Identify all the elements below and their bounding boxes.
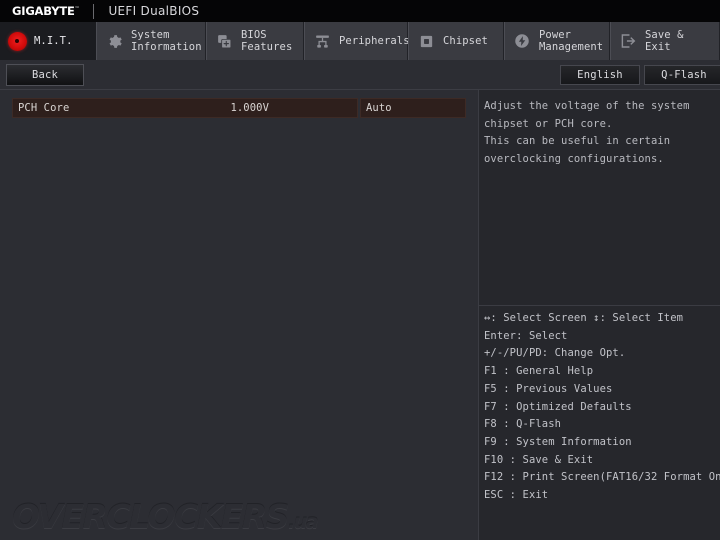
legend-line: F9 : System Information <box>484 434 716 452</box>
chip-stack-icon <box>213 30 235 52</box>
title-bar: GIGABYTE™ UEFI DualBIOS <box>0 0 720 22</box>
help-line: overclocking configurations. <box>484 151 714 169</box>
bios-screen: GIGABYTE™ UEFI DualBIOS M.I.T. System In… <box>0 0 720 540</box>
sub-toolbar: Back English Q-Flash <box>0 60 720 90</box>
legend-line: F1 : General Help <box>484 363 716 381</box>
tab-power-management[interactable]: Power Management <box>504 22 610 60</box>
peripherals-icon <box>311 30 333 52</box>
setting-option-value: Auto <box>366 102 392 114</box>
tab-mit[interactable]: M.I.T. <box>0 22 96 60</box>
legend-line: Enter: Select <box>484 328 716 346</box>
trademark-symbol: ™ <box>75 6 80 12</box>
main-tab-bar: M.I.T. System Information BIOS Features … <box>0 22 720 60</box>
legend-line: F10 : Save & Exit <box>484 452 716 470</box>
legend-line: +/-/PU/PD: Change Opt. <box>484 345 716 363</box>
help-line: chipset or PCH core. <box>484 116 714 134</box>
brand-text: GIGABYTE <box>12 4 75 18</box>
legend-line: ESC : Exit <box>484 487 716 505</box>
tab-bios-features-label: BIOS Features <box>241 29 292 54</box>
setting-label: PCH Core <box>18 102 69 114</box>
tab-peripherals-label: Peripherals <box>339 35 410 48</box>
settings-panel <box>0 90 478 540</box>
language-button[interactable]: English <box>560 65 640 85</box>
title-divider <box>93 4 94 19</box>
help-separator <box>479 305 720 306</box>
watermark-main: OVERCLOCKERS <box>12 497 288 536</box>
chipset-icon <box>415 30 437 52</box>
qflash-button[interactable]: Q-Flash <box>644 65 720 85</box>
tab-save-and-exit-label: Save & Exit <box>645 29 713 54</box>
tab-power-management-label: Power Management <box>539 29 603 54</box>
setting-current-value: 1.000V <box>230 102 269 114</box>
tab-system-information-label: System Information <box>131 29 202 54</box>
legend-line: F5 : Previous Values <box>484 381 716 399</box>
product-title: UEFI DualBIOS <box>108 4 199 18</box>
tab-system-information[interactable]: System Information <box>96 22 206 60</box>
legend-line: F12 : Print Screen(FAT16/32 Format Only) <box>484 469 716 487</box>
tab-peripherals[interactable]: Peripherals <box>304 22 408 60</box>
back-button[interactable]: Back <box>6 64 84 86</box>
legend-line: F7 : Optimized Defaults <box>484 399 716 417</box>
site-watermark: OVERCLOCKERS.ua <box>12 497 317 536</box>
legend-line: F8 : Q-Flash <box>484 416 716 434</box>
setting-option-dropdown[interactable]: Auto <box>360 98 466 118</box>
exit-door-icon <box>617 30 639 52</box>
help-line: This can be useful in certain <box>484 133 714 151</box>
power-bolt-icon <box>511 30 533 52</box>
watermark-suffix: .ua <box>288 511 317 533</box>
gigabyte-logo: GIGABYTE™ <box>12 4 79 18</box>
tab-chipset-label: Chipset <box>443 35 488 48</box>
gear-icon <box>103 30 125 52</box>
setting-row-pch-core[interactable]: PCH Core 1.000V <box>12 98 358 118</box>
mit-dial-icon <box>6 30 28 52</box>
tab-save-and-exit[interactable]: Save & Exit <box>610 22 720 60</box>
tab-bios-features[interactable]: BIOS Features <box>206 22 304 60</box>
tab-chipset[interactable]: Chipset <box>408 22 504 60</box>
tab-mit-label: M.I.T. <box>34 35 73 48</box>
legend-line: ↔: Select Screen ↕: Select Item <box>484 310 716 328</box>
help-description: Adjust the voltage of the system chipset… <box>484 98 714 168</box>
help-line: Adjust the voltage of the system <box>484 98 714 116</box>
key-legend: ↔: Select Screen ↕: Select Item Enter: S… <box>484 310 716 505</box>
